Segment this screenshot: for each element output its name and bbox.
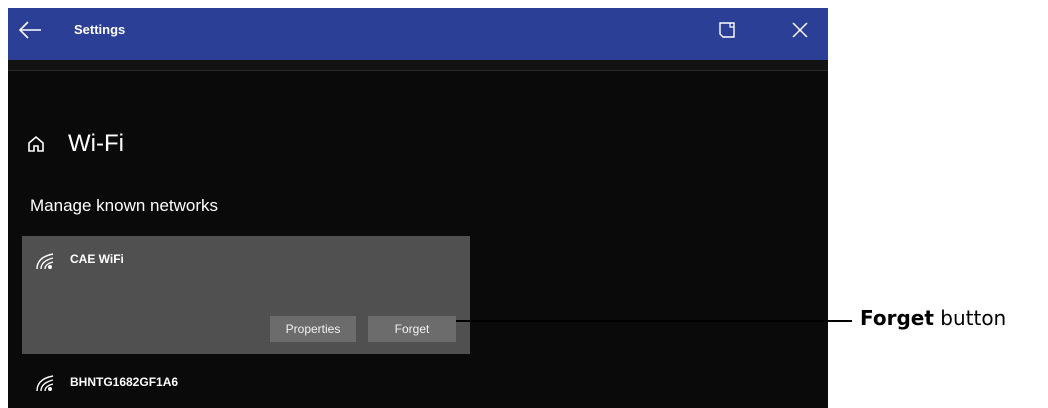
network-item-bhntg1682gf1a6[interactable]: BHNTG1682GF1A6 xyxy=(22,364,470,400)
title-bar-separator xyxy=(8,60,828,71)
network-name: BHNTG1682GF1A6 xyxy=(70,375,179,389)
page-header: Wi-Fi xyxy=(26,130,124,158)
page-title: Wi-Fi xyxy=(68,130,124,157)
close-button[interactable] xyxy=(780,12,820,48)
network-name: CAE WiFi xyxy=(70,252,124,266)
properties-button[interactable]: Properties xyxy=(270,316,356,342)
callout-label: Forget button xyxy=(860,306,1006,330)
arrow-left-icon xyxy=(18,21,41,39)
section-title: Manage known networks xyxy=(30,196,219,215)
home-icon[interactable] xyxy=(26,134,46,154)
wifi-signal-icon xyxy=(36,375,54,392)
network-item-cae-wifi[interactable]: CAE WiFi Properties Forget xyxy=(22,236,470,354)
snap-window-button[interactable] xyxy=(708,12,748,48)
close-icon xyxy=(792,22,808,38)
title-bar: Settings xyxy=(8,8,828,60)
snap-window-icon xyxy=(719,22,735,38)
settings-window: Settings Wi-Fi Manage known networks CAE… xyxy=(8,8,828,408)
back-button[interactable] xyxy=(10,12,50,48)
wifi-signal-icon xyxy=(36,253,54,270)
callout-label-rest: button xyxy=(933,306,1007,330)
callout-label-bold: Forget xyxy=(860,306,934,330)
forget-button[interactable]: Forget xyxy=(368,316,456,342)
window-title: Settings xyxy=(74,22,126,37)
callout-line xyxy=(456,320,852,322)
